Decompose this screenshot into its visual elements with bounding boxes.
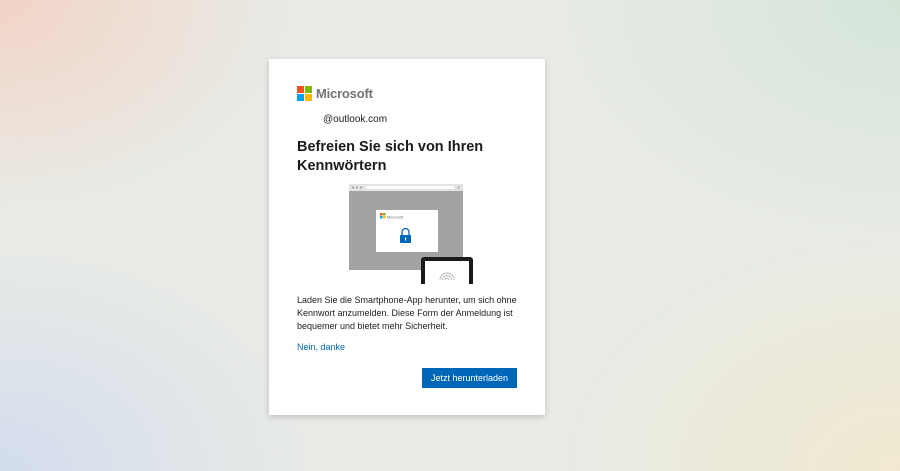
no-thanks-link[interactable]: Nein, danke (297, 342, 345, 352)
microsoft-logo-text: Microsoft (316, 86, 373, 101)
microsoft-logo-icon (297, 86, 312, 101)
passwordless-illustration: Microsoft (349, 184, 475, 284)
microsoft-logo: Microsoft (297, 86, 373, 101)
description-text: Laden Sie die Smartphone-App herunter, u… (297, 295, 517, 331)
illustration-brand-text: Microsoft (387, 215, 404, 220)
download-now-button[interactable]: Jetzt herunterladen (422, 368, 517, 388)
page-title: Befreien Sie sich von Ihren Kennwörtern (297, 139, 484, 174)
phone-icon (421, 257, 473, 284)
sign-in-card: Microsoft @outlook.com Befreien Sie sich… (269, 59, 545, 415)
account-email: @outlook.com (323, 114, 388, 125)
